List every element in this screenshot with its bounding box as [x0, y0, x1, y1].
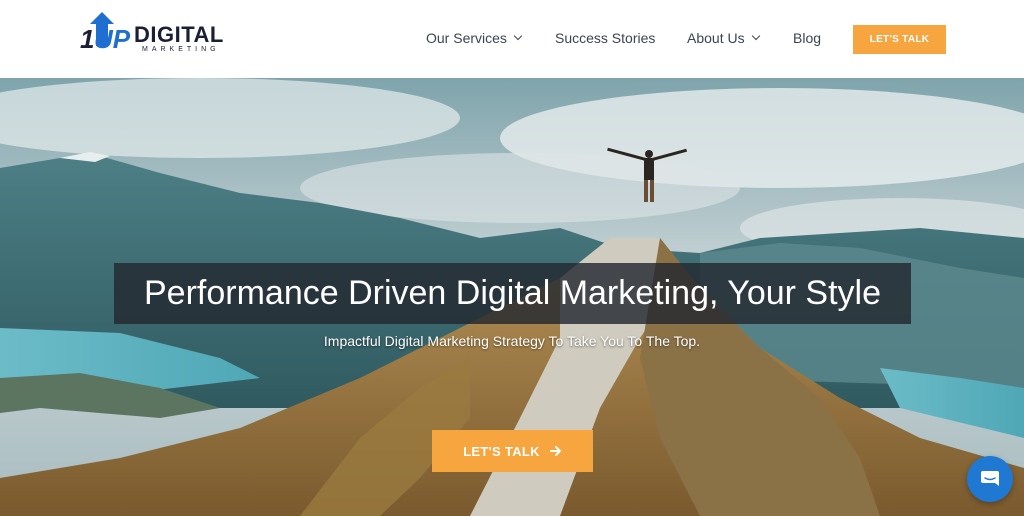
- chat-bubble-icon: [981, 471, 999, 486]
- nav-item-success-stories[interactable]: Success Stories: [555, 30, 655, 46]
- logo-mark-icon: 1 UP: [80, 12, 131, 54]
- hero-headline: Performance Driven Digital Marketing, Yo…: [144, 274, 881, 312]
- nav-item-label: Our Services: [426, 30, 507, 46]
- hero-section: Performance Driven Digital Marketing, Yo…: [0, 78, 1024, 516]
- logo-digital-text: DIGITAL: [134, 22, 224, 47]
- arrow-right-icon: [549, 446, 561, 456]
- hero-subheadline: Impactful Digital Marketing Strategy To …: [323, 333, 701, 349]
- hero-cta-label: LET'S TALK: [463, 443, 540, 459]
- header-lets-talk-button[interactable]: LET'S TALK: [853, 25, 946, 54]
- nav-item-blog[interactable]: Blog: [793, 30, 821, 46]
- nav-item-our-services[interactable]: Our Services: [426, 30, 523, 46]
- nav-item-label: Blog: [793, 30, 822, 46]
- hero-headline-box: Performance Driven Digital Marketing, Yo…: [114, 263, 911, 324]
- logo[interactable]: 1 UP DIGITAL MARKETING: [80, 10, 240, 56]
- hero-lets-talk-button[interactable]: LET'S TALK: [432, 430, 593, 472]
- svg-text:UP: UP: [94, 24, 131, 54]
- chat-widget-button[interactable]: [967, 456, 1013, 502]
- nav-item-label: About Us: [687, 30, 745, 46]
- logo-marketing-text: MARKETING: [142, 46, 220, 53]
- nav-item-about-us[interactable]: About Us: [687, 30, 760, 46]
- svg-text:1: 1: [80, 24, 94, 54]
- chevron-down-icon: [751, 31, 760, 41]
- chevron-down-icon: [513, 31, 523, 41]
- nav-item-label: Success Stories: [555, 30, 656, 46]
- site-header: 1 UP DIGITAL MARKETING Our Services Succ…: [0, 0, 1024, 78]
